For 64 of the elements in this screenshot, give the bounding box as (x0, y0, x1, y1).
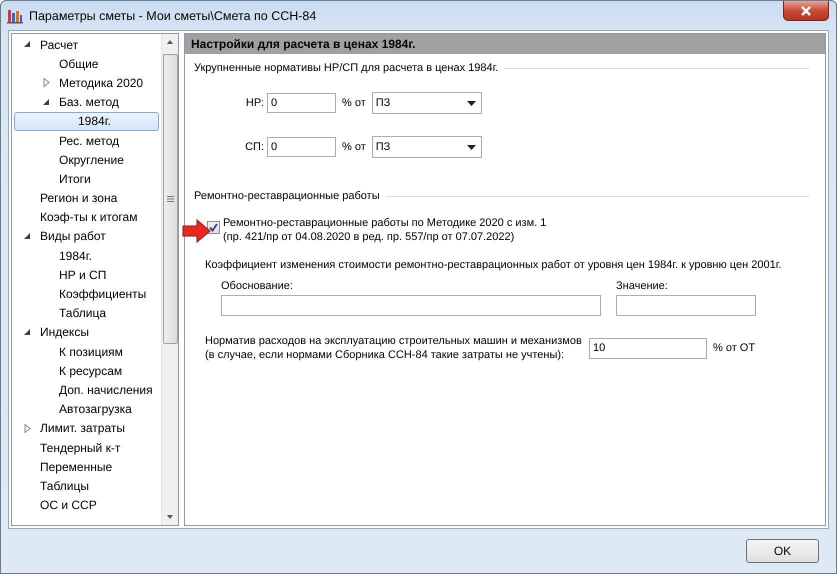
expanded-triangle-icon[interactable] (42, 98, 51, 107)
input-field[interactable] (616, 295, 756, 316)
tree-item[interactable]: ОС и ССР (14, 496, 159, 515)
collapsed-triangle-icon[interactable] (42, 78, 51, 88)
tree-item[interactable]: Лимит. затраты (14, 418, 159, 438)
field-label: Значение: (616, 280, 669, 292)
window-title: Параметры сметы - Мои сметы\Смета по ССН-84 (29, 8, 316, 22)
field-label: НР: (244, 97, 264, 109)
tree-item[interactable]: Индексы (14, 322, 159, 342)
expanded-triangle-icon[interactable] (23, 328, 32, 337)
tree-item[interactable]: Коэф-ты к итогам (14, 208, 159, 227)
tree-item[interactable]: Автозагрузка (14, 400, 159, 419)
group-title: Ремонтно-реставрационные работы (194, 190, 380, 202)
close-icon (800, 6, 812, 16)
input-field[interactable]: 10 (589, 338, 707, 358)
collapsed-triangle-icon[interactable] (23, 424, 32, 433)
scroll-thumb[interactable] (162, 54, 178, 344)
expanded-triangle-icon[interactable] (23, 232, 32, 241)
unit-label: % от (342, 97, 366, 109)
checkbox-label[interactable]: Ремонтно-реставрационные работы по Методике 2020 с изм. 1 (пр. 421/пр от 04.08.2020 в ред. пр. 557/пр от 07.07.2022) (223, 216, 546, 244)
grip-icon (166, 196, 174, 202)
tree-item[interactable]: Виды работ (14, 226, 159, 246)
tree-item[interactable]: Коэффициенты (14, 284, 159, 304)
unit-label: % от ОТ (713, 342, 756, 354)
tree-item[interactable]: Рес. метод (14, 130, 159, 150)
field-label: СП: (244, 141, 264, 153)
tree-item[interactable]: 1984г. (14, 112, 159, 131)
input-field[interactable] (221, 295, 601, 316)
section-caption: Коэффициент изменения стоимости ремонтно-реставрационных работ от уровня цен 1984г. к уровню цен 2001г. (205, 259, 782, 271)
panel-title: Настройки для расчета в ценах 1984г. (185, 34, 825, 54)
tree-item[interactable]: Доп. начисления (14, 380, 159, 400)
unit-label: % от (342, 141, 366, 153)
tree-item[interactable]: Таблица (14, 304, 159, 323)
tree-item[interactable]: Переменные (14, 457, 159, 476)
tree-item[interactable]: НР и СП (14, 265, 159, 284)
checkbox[interactable] (207, 221, 220, 234)
field-label: Обоснование: (221, 280, 294, 292)
tree-item[interactable]: К позициям (14, 342, 159, 362)
pointer-arrow-icon (182, 219, 212, 243)
tree-item[interactable]: Методика 2020 (14, 73, 159, 93)
group-title: Укрупненные нормативы НР/СП для расчета в ценах 1984г. (194, 62, 498, 74)
dropdown-arrow-icon (466, 144, 476, 150)
close-button[interactable] (783, 1, 829, 21)
field-label: Норматив расходов на эксплуатацию строительных машин и механизмов (в случае, если нормами Сборника ССН-84 такие затраты не учтены): (205, 334, 583, 362)
tree-item[interactable]: Итоги (14, 169, 159, 188)
tree-item[interactable]: Регион и зона (14, 188, 159, 208)
dropdown-arrow-icon (466, 100, 476, 106)
expanded-triangle-icon[interactable] (23, 40, 32, 50)
tree-item[interactable]: Тендерный к-т (14, 438, 159, 458)
scrollbar[interactable] (161, 34, 178, 525)
dropdown[interactable]: ПЗ (372, 92, 482, 114)
tree-item[interactable]: Общие (14, 54, 159, 74)
ok-button[interactable]: OK (746, 539, 819, 563)
checkmark-icon (209, 223, 218, 232)
tree-item[interactable]: 1984г. (14, 246, 159, 266)
app-icon (7, 8, 23, 24)
dropdown[interactable]: ПЗ (372, 136, 482, 158)
tree-item[interactable]: Расчет (14, 35, 159, 54)
tree-item[interactable]: Таблицы (14, 476, 159, 496)
tree-item[interactable]: К ресурсам (14, 361, 159, 380)
input-field[interactable]: 0 (267, 93, 336, 113)
tree-item[interactable]: Баз. метод (14, 92, 159, 112)
tree-item[interactable]: Округление (14, 150, 159, 170)
input-field[interactable]: 0 (267, 137, 336, 157)
